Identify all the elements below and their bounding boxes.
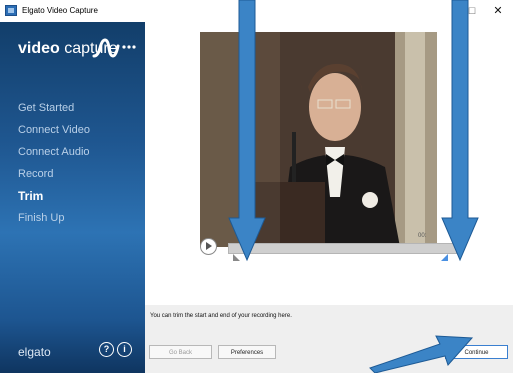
callout-arrow-left xyxy=(228,0,266,262)
timecode: 00: xyxy=(418,233,427,239)
go-back-button[interactable]: Go Back xyxy=(149,345,212,359)
wave-logo-icon xyxy=(92,38,136,58)
window-title: Elgato Video Capture xyxy=(22,6,98,15)
nav-item-finish-up[interactable]: Finish Up xyxy=(18,212,64,224)
nav-item-connect-video[interactable]: Connect Video xyxy=(18,124,90,136)
play-button[interactable] xyxy=(200,238,217,255)
help-icon[interactable]: ? xyxy=(99,342,114,357)
nav-item-trim[interactable]: Trim xyxy=(18,189,43,203)
brand-bold: video xyxy=(18,40,60,57)
nav-item-record[interactable]: Record xyxy=(18,168,53,180)
close-icon[interactable]: ✕ xyxy=(487,3,509,19)
callout-arrow-continue xyxy=(369,335,474,373)
callout-arrow-right xyxy=(441,0,479,262)
sidebar: video capture Get Started Connect Video … xyxy=(0,22,145,373)
preferences-button[interactable]: Preferences xyxy=(218,345,276,359)
elgato-logo: elgato xyxy=(18,345,51,359)
nav-item-get-started[interactable]: Get Started xyxy=(18,102,74,114)
nav-item-connect-audio[interactable]: Connect Audio xyxy=(18,146,90,158)
app-icon xyxy=(5,5,17,16)
info-icon[interactable]: i xyxy=(117,342,132,357)
trim-hint-text: You can trim the start and end of your r… xyxy=(150,313,292,319)
